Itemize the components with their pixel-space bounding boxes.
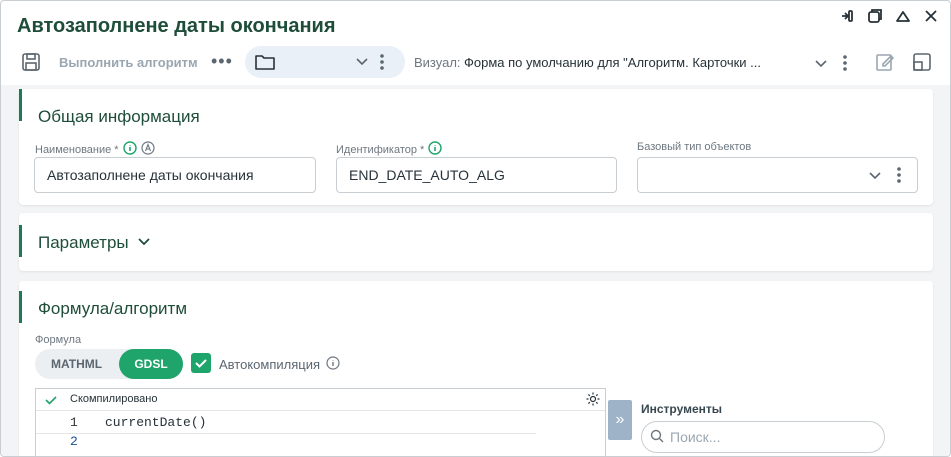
tools-search-input[interactable]: Поиск... xyxy=(641,421,885,453)
id-field-label: Идентификатор * xyxy=(336,141,443,158)
chevron-down-icon[interactable] xyxy=(355,54,369,73)
mathml-option[interactable]: MATHML xyxy=(51,357,102,371)
code-editor[interactable]: Скомпилировано 1 currentDate() 2 xyxy=(35,388,606,456)
tools-title: Инструменты xyxy=(641,402,723,416)
check-icon xyxy=(44,393,58,412)
autocompile-checkbox[interactable] xyxy=(191,353,211,373)
autocompile-label: Автокомпиляция xyxy=(219,357,321,372)
section-accent-bar xyxy=(19,225,22,257)
folder-menu-icon[interactable] xyxy=(379,52,385,77)
translate-icon[interactable] xyxy=(140,141,155,158)
layout-icon[interactable] xyxy=(911,51,933,73)
section-accent-bar xyxy=(19,291,22,323)
window-title: Автозаполнене даты окончания xyxy=(17,15,336,37)
folder-icon xyxy=(255,53,275,76)
edit-icon[interactable] xyxy=(874,51,896,73)
code-line[interactable]: 2 xyxy=(36,434,536,452)
parameters-card[interactable]: Параметры xyxy=(19,213,933,271)
base-type-menu-icon[interactable] xyxy=(896,165,902,188)
gdsl-option[interactable]: GDSL xyxy=(119,349,183,379)
name-field-label: Наименование * xyxy=(35,141,155,158)
compile-status: Скомпилировано xyxy=(70,393,158,405)
save-icon[interactable] xyxy=(20,51,42,73)
content-area: Общая информация Наименование * Автозапо… xyxy=(1,85,950,456)
search-placeholder: Поиск... xyxy=(670,429,721,445)
chevron-down-icon[interactable] xyxy=(868,168,882,185)
window-controls xyxy=(838,7,940,25)
formula-label: Формула xyxy=(35,334,82,346)
info-icon[interactable] xyxy=(122,141,137,158)
editor-status-bar: Скомпилировано xyxy=(36,389,605,411)
info-icon[interactable] xyxy=(428,141,443,158)
double-chevron-right-icon: » xyxy=(615,411,625,428)
collapse-icon[interactable] xyxy=(894,7,912,25)
base-type-select[interactable] xyxy=(637,157,918,193)
detach-icon[interactable] xyxy=(838,7,856,25)
general-info-card: Общая информация Наименование * Автозапо… xyxy=(19,89,933,205)
line-number: 2 xyxy=(70,434,78,449)
visual-chevron-down-icon[interactable] xyxy=(814,56,828,75)
toolbar: Выполнить алгоритм ••• Визуал: Форма по … xyxy=(1,45,950,81)
section-accent-bar xyxy=(19,89,22,121)
code-text: currentDate() xyxy=(105,415,207,430)
check-icon xyxy=(195,359,207,368)
name-input[interactable]: Автозаполнене даты окончания xyxy=(34,157,316,193)
id-label-text: Идентификатор * xyxy=(336,143,425,156)
general-info-title: Общая информация xyxy=(38,107,200,126)
line-number: 1 xyxy=(70,415,78,430)
info-icon[interactable] xyxy=(326,356,340,373)
chevron-down-icon[interactable] xyxy=(137,233,151,253)
expand-tools-button[interactable]: » xyxy=(608,400,632,440)
close-icon[interactable] xyxy=(922,7,940,25)
base-type-label: Базовый тип объектов xyxy=(637,141,752,153)
formula-title: Формула/алгоритм xyxy=(38,299,188,318)
identifier-input[interactable]: END_DATE_AUTO_ALG xyxy=(336,157,617,193)
algorithm-window: Автозаполнене даты окончания Выполнить а… xyxy=(0,0,951,457)
visual-selector[interactable]: Форма по умолчанию для "Алгоритм. Карточ… xyxy=(464,55,761,70)
run-algorithm-button[interactable]: Выполнить алгоритм xyxy=(59,55,198,70)
parameters-header[interactable]: Параметры xyxy=(38,233,151,253)
visual-menu-icon[interactable] xyxy=(842,53,848,78)
settings-gear-icon[interactable] xyxy=(585,391,601,412)
restore-icon[interactable] xyxy=(866,7,884,25)
more-icon[interactable]: ••• xyxy=(211,51,233,72)
search-icon xyxy=(650,429,664,446)
name-label-text: Наименование * xyxy=(35,143,119,156)
autocompile-label-group: Автокомпиляция xyxy=(219,356,340,373)
formula-type-toggle: MATHML GDSL xyxy=(35,349,183,379)
folder-selector[interactable] xyxy=(245,46,405,78)
code-line[interactable]: 1 currentDate() xyxy=(36,415,536,433)
parameters-title: Параметры xyxy=(38,233,129,252)
visual-label: Визуал: xyxy=(414,55,461,70)
